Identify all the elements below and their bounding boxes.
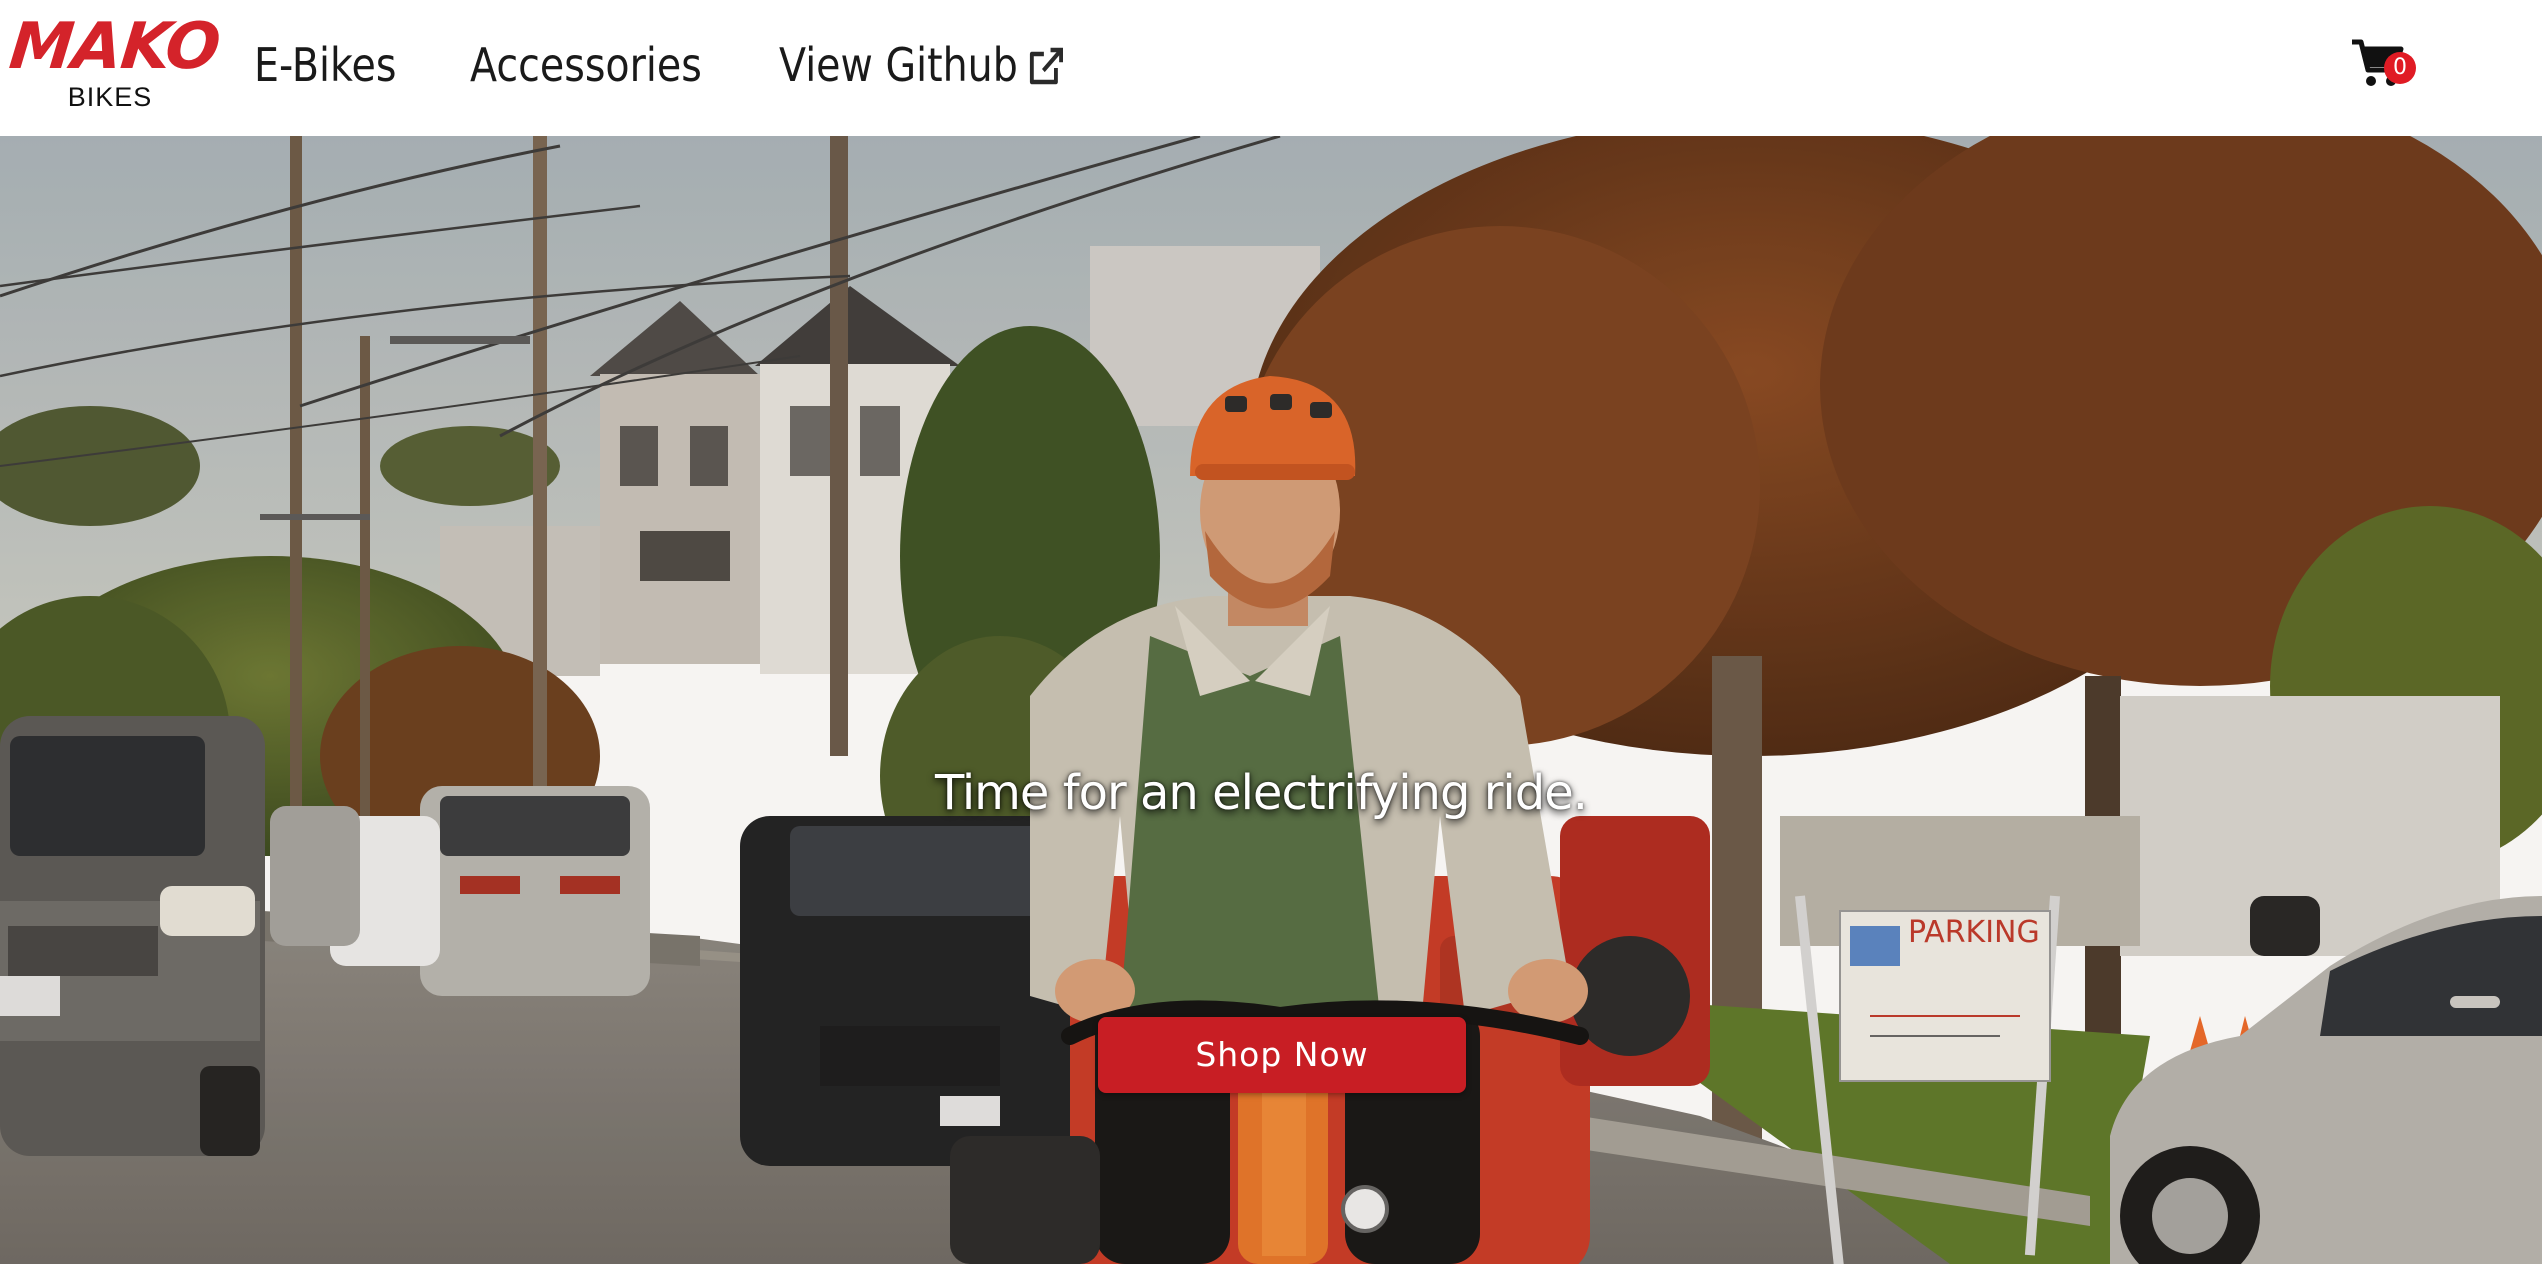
external-link-icon <box>1029 47 1063 84</box>
nav-link-ebikes[interactable]: E-Bikes <box>254 30 396 100</box>
shop-now-button[interactable]: Shop Now <box>1098 1017 1466 1093</box>
hero-tagline: Time for an electrifying ride. <box>0 758 2542 828</box>
nav-link-accessories[interactable]: Accessories <box>470 30 702 100</box>
brand-logo[interactable]: MAKO BIKES <box>6 10 223 116</box>
hero-banner: PARKING Time for an electrifying ride. S… <box>0 136 2542 1264</box>
nav-link-github[interactable]: View Github <box>779 30 1064 100</box>
brand-logo-subtitle: BIKES <box>67 82 153 112</box>
nav-link-accessories-label: Accessories <box>470 38 702 92</box>
nav-link-ebikes-label: E-Bikes <box>254 38 397 92</box>
hero-tagline-text: Time for an electrifying ride. <box>934 765 1588 821</box>
hero-photo: PARKING <box>0 136 2542 1264</box>
top-navbar: MAKO BIKES E-Bikes Accessories View Gith… <box>0 0 2542 136</box>
cart-count-badge: 0 <box>2384 52 2416 84</box>
nav-link-github-label: View Github <box>779 38 1018 92</box>
cart-button[interactable]: 0 <box>2350 36 2416 96</box>
brand-logo-wordmark: MAKO <box>6 10 224 84</box>
